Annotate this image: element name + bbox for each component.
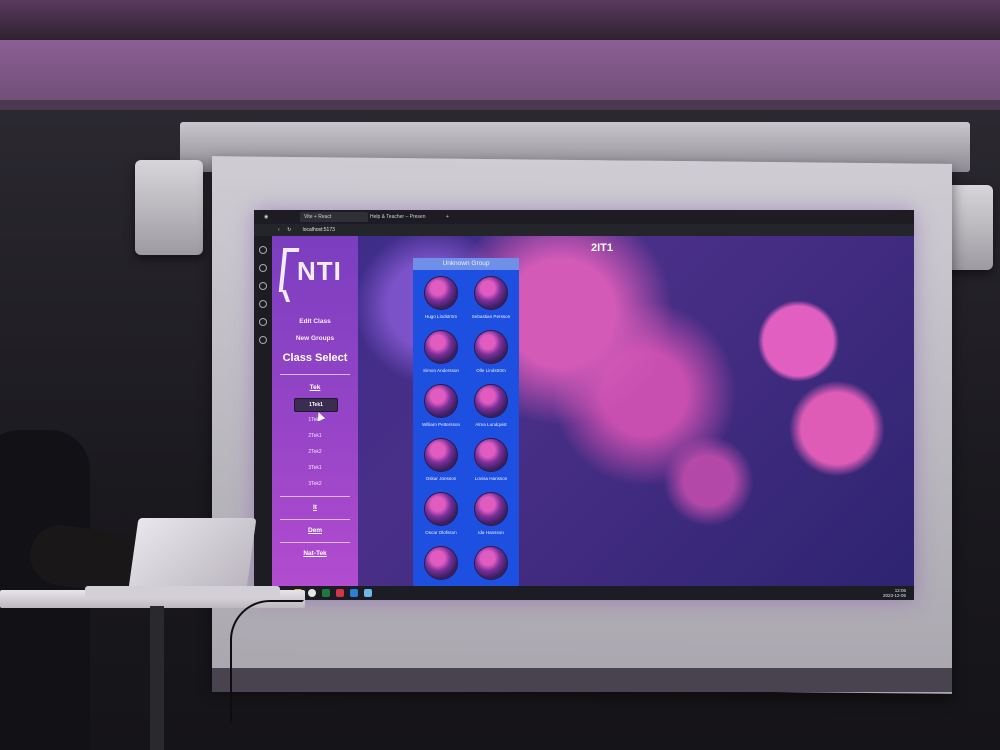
browser-sidebar [254, 236, 272, 586]
class-item-2tek1[interactable]: 2Tek1 [294, 430, 336, 442]
student-card[interactable]: Sebastian Persson [465, 272, 517, 326]
edit-class-link[interactable]: Edit Class [272, 318, 358, 325]
student-name: Oskar Jonsson [425, 476, 457, 481]
student-avatar [474, 384, 508, 418]
student-avatar [424, 438, 458, 472]
divider [280, 519, 350, 520]
divider [280, 496, 350, 497]
student-avatar [424, 546, 458, 580]
student-card[interactable]: Alma Lundqvist [465, 380, 517, 434]
student-card[interactable]: Oscar Olofsson [415, 488, 467, 542]
ceiling [0, 0, 1000, 40]
history-icon[interactable] [259, 300, 267, 308]
student-card[interactable] [465, 542, 517, 588]
app-canvas: NTI Edit Class New Groups Class Select T… [272, 236, 914, 588]
app-icon[interactable] [336, 589, 344, 597]
student-card[interactable]: Oskar Jonsson [415, 434, 467, 488]
projection-screen-bar [212, 668, 952, 692]
group-panel[interactable]: Unknown Group Hugo Lindström Sebastian P… [413, 258, 519, 588]
group-nat-tek[interactable]: Nat-Tek [272, 550, 358, 557]
browser-menu-icon[interactable]: ◉ [260, 212, 272, 222]
group-title: Unknown Group [413, 258, 519, 270]
student-card[interactable]: Ida Hansson [465, 488, 517, 542]
cable [230, 600, 304, 724]
page-title: 2IT1 [590, 242, 613, 254]
student-card[interactable]: Hugo Lindström [415, 272, 467, 326]
projected-desktop: ◉ Vite + React Help & Teacher – Presen +… [254, 210, 914, 600]
student-card[interactable]: William Pettersson [415, 380, 467, 434]
chrome-icon[interactable] [308, 589, 316, 597]
browser-tab-help-teacher[interactable]: Help & Teacher – Presen [366, 212, 444, 222]
student-name: Simon Andersson [422, 368, 459, 373]
divider [280, 542, 350, 543]
back-icon[interactable]: ‹ [278, 227, 280, 233]
student-avatar [424, 492, 458, 526]
student-card[interactable]: Lovisa Hansson [465, 434, 517, 488]
clock-date: 2023-12-05 [882, 593, 906, 598]
class-item-1tek1[interactable]: 1Tek1 [294, 398, 338, 412]
laptop [127, 518, 257, 596]
app-icon[interactable] [322, 589, 330, 597]
table-leg [150, 606, 164, 750]
address-text[interactable]: localhost:5173 [303, 227, 335, 233]
class-select-title: Class Select [282, 352, 348, 364]
extensions-icon[interactable] [259, 318, 267, 326]
student-name: Oscar Olofsson [425, 530, 457, 535]
browser-tab-bar: ◉ Vite + React Help & Teacher – Presen + [254, 210, 914, 224]
student-avatar [474, 492, 508, 526]
student-name: Sebastian Persson [471, 314, 511, 319]
system-tray[interactable]: 12:06 2023-12-05 [883, 588, 906, 598]
nti-logo: NTI [278, 248, 343, 304]
student-avatar [424, 330, 458, 364]
student-avatar [424, 384, 458, 418]
settings-icon[interactable] [259, 336, 267, 344]
logo-text: NTI [297, 256, 342, 286]
app-sidebar: NTI Edit Class New Groups Class Select T… [272, 236, 358, 586]
group-it[interactable]: It [272, 504, 358, 511]
app-icon[interactable] [364, 589, 372, 597]
student-name: Olle Lindström [476, 368, 506, 373]
student-avatar [474, 546, 508, 580]
class-item-3tek1[interactable]: 3Tek1 [294, 462, 336, 474]
student-card[interactable] [415, 542, 467, 588]
address-bar[interactable]: ‹ ↻ localhost:5173 [254, 224, 914, 236]
student-name: Hugo Lindström [424, 314, 458, 319]
flame-icon[interactable] [259, 282, 267, 290]
speaker-left [135, 160, 203, 255]
student-card[interactable]: Simon Andersson [415, 326, 467, 380]
laptop-base [85, 586, 280, 598]
taskbar: 12:06 2023-12-05 [254, 586, 914, 600]
divider [280, 374, 350, 375]
messenger-icon[interactable] [259, 264, 267, 272]
class-item-2tek2[interactable]: 2Tek2 [294, 446, 336, 458]
group-dem[interactable]: Dem [272, 527, 358, 534]
reload-icon[interactable]: ↻ [287, 227, 291, 233]
new-tab-button[interactable]: + [442, 212, 453, 222]
student-name: Ida Hansson [478, 530, 504, 535]
student-avatar [424, 276, 458, 310]
student-avatar [474, 330, 508, 364]
home-icon[interactable] [259, 246, 267, 254]
student-card[interactable]: Olle Lindström [465, 326, 517, 380]
browser-tab-vite[interactable]: Vite + React [300, 212, 368, 222]
student-name: Lovisa Hansson [474, 476, 508, 481]
new-groups-link[interactable]: New Groups [272, 335, 358, 342]
vscode-icon[interactable] [350, 589, 358, 597]
student-name: William Pettersson [421, 422, 461, 427]
group-tek[interactable]: Tek [272, 384, 358, 391]
student-avatar [474, 276, 508, 310]
ceiling-panel [0, 40, 1000, 110]
student-name: Alma Lundqvist [475, 422, 507, 427]
student-avatar [474, 438, 508, 472]
class-item-3tek2[interactable]: 3Tek2 [294, 478, 336, 490]
